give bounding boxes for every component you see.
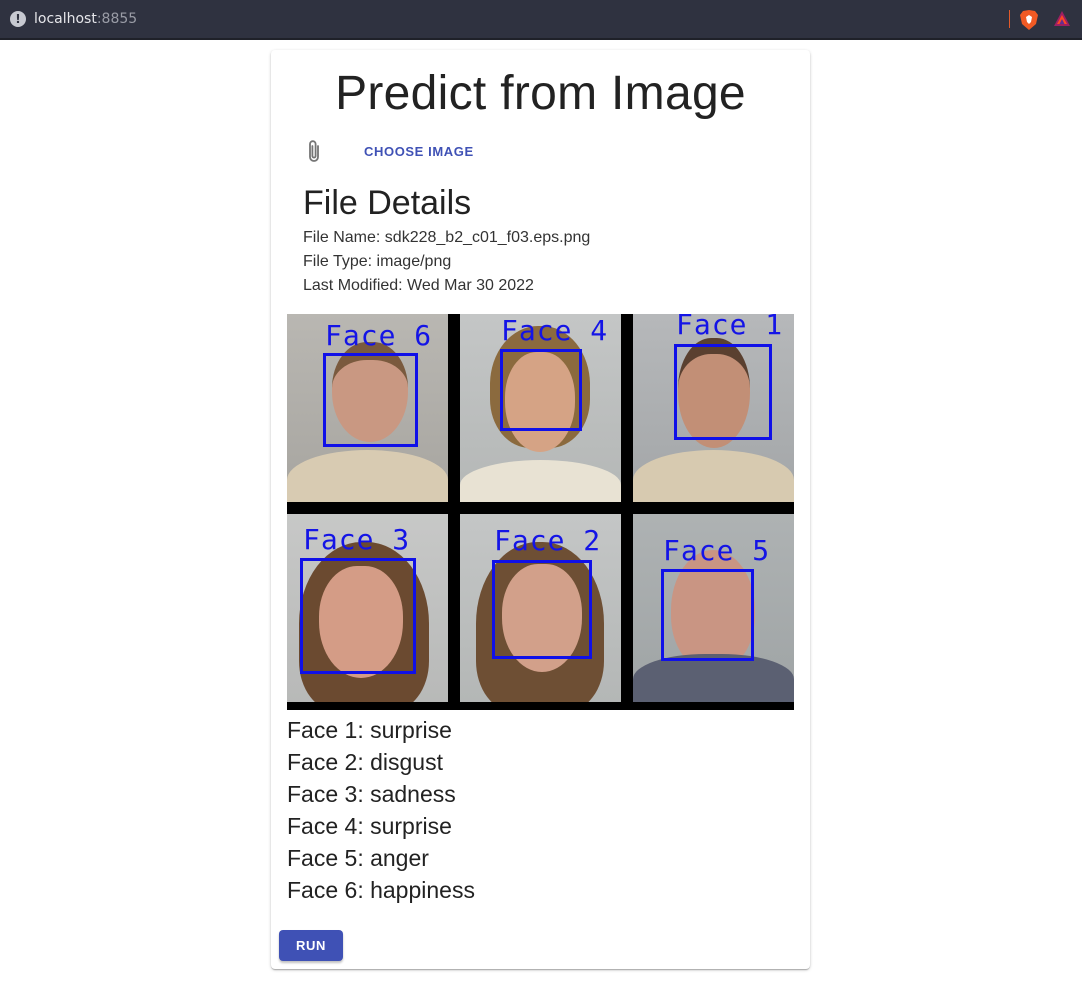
last-modified-text: Last Modified: Wed Mar 30 2022 <box>303 277 534 294</box>
face-bounding-box <box>661 569 754 661</box>
result-line: Face 6: happiness <box>287 877 475 903</box>
result-line: Face 2: disgust <box>287 749 443 775</box>
page-title: Predict from Image <box>335 67 746 120</box>
choose-image-button[interactable]: CHOOSE IMAGE <box>355 138 483 166</box>
face-label: Face 4 <box>501 314 609 347</box>
face-photo: Face 1 <box>633 314 794 502</box>
face-bounding-box <box>500 349 582 431</box>
info-icon[interactable]: ! <box>10 11 26 27</box>
run-button[interactable]: RUN <box>279 930 343 961</box>
face-label: Face 1 <box>676 314 784 341</box>
file-name-text: File Name: sdk228_b2_c01_f03.eps.png <box>303 229 591 246</box>
result-line: Face 4: surprise <box>287 813 452 839</box>
face-label: Face 5 <box>663 534 771 567</box>
face-photo: Face 6 <box>287 314 448 502</box>
shirt-shape <box>460 460 621 502</box>
face-photo: Face 4 <box>460 314 621 502</box>
face-photo: Face 3 <box>287 514 448 702</box>
shirt-shape <box>633 450 794 502</box>
browser-toolbar: ! localhost:8855 <box>0 0 1082 40</box>
face-bounding-box <box>674 344 772 440</box>
face-bounding-box <box>323 353 418 447</box>
file-type-text: File Type: image/png <box>303 253 452 270</box>
face-bounding-box <box>492 560 592 659</box>
address-bar[interactable]: localhost:8855 <box>34 11 137 27</box>
result-line: Face 5: anger <box>287 845 429 871</box>
result-line: Face 3: sadness <box>287 781 456 807</box>
file-details-heading: File Details <box>303 184 472 222</box>
face-label: Face 6 <box>325 319 433 352</box>
result-line: Face 1: surprise <box>287 717 452 743</box>
brave-shield-icon[interactable] <box>1019 9 1039 31</box>
url-port: :8855 <box>96 11 138 27</box>
face-photo: Face 2 <box>460 514 621 702</box>
annotated-image: Face 6 Face 4 Face 1 Face 3 Face 2 Face … <box>287 314 794 710</box>
face-bounding-box <box>300 558 416 674</box>
predict-card: Predict from Image CHOOSE IMAGE File Det… <box>271 50 810 969</box>
brave-rewards-icon[interactable] <box>1053 10 1071 28</box>
face-label: Face 3 <box>303 523 411 556</box>
shirt-shape <box>633 654 794 702</box>
paperclip-icon[interactable] <box>305 139 325 165</box>
face-label: Face 2 <box>494 524 602 557</box>
toolbar-divider <box>1009 10 1010 28</box>
face-photo: Face 5 <box>633 514 794 702</box>
url-host: localhost <box>34 11 97 27</box>
shirt-shape <box>287 450 448 502</box>
